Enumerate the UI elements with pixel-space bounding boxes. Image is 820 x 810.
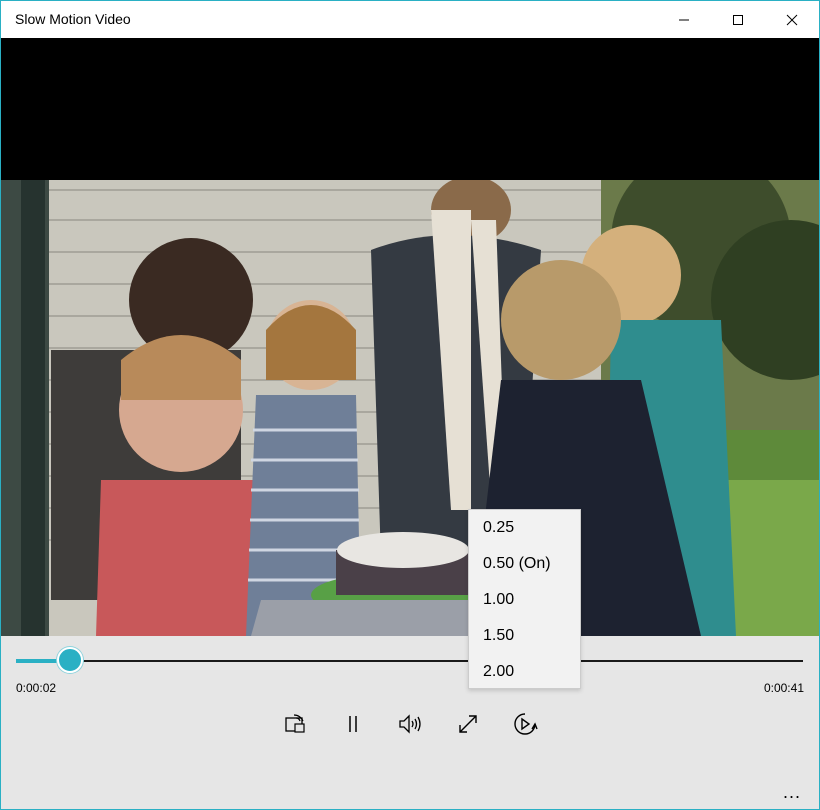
minimize-button[interactable] (657, 1, 711, 38)
video-frame[interactable] (1, 38, 819, 636)
seek-thumb[interactable] (56, 647, 83, 673)
more-options-button[interactable]: ... (783, 782, 801, 803)
video-scene-image (1, 180, 819, 636)
playback-speed-menu: 0.25 0.50 (On) 1.00 1.50 2.00 (468, 509, 581, 689)
pause-button[interactable] (335, 706, 371, 742)
speed-option-2-00[interactable]: 2.00 (469, 654, 580, 690)
close-icon (786, 14, 798, 25)
seek-track[interactable] (16, 660, 803, 662)
app-window: Slow Motion Video 0:00:02 0:00:41 ... 0.… (0, 0, 820, 810)
speed-option-1-00[interactable]: 1.00 (469, 582, 580, 618)
maximize-icon (733, 14, 743, 25)
cast-to-device-button[interactable] (277, 706, 313, 742)
pause-icon (349, 716, 357, 732)
expand-icon (459, 715, 477, 733)
speed-option-0-25[interactable]: 0.25 (469, 510, 580, 546)
volume-button[interactable] (392, 706, 428, 742)
total-duration: 0:00:41 (763, 681, 804, 695)
window-title: Slow Motion Video (15, 11, 131, 27)
title-bar[interactable]: Slow Motion Video (1, 1, 819, 38)
transport-bar: 0:00:02 0:00:41 ... (1, 636, 819, 809)
speed-option-0-50[interactable]: 0.50 (On) (469, 546, 580, 582)
playback-speed-button[interactable] (507, 706, 543, 742)
maximize-button[interactable] (711, 1, 765, 38)
speed-option-1-50[interactable]: 1.50 (469, 618, 580, 654)
close-button[interactable] (765, 1, 819, 38)
speed-icon (514, 713, 538, 735)
cast-icon (285, 714, 305, 733)
full-screen-button[interactable] (450, 706, 486, 742)
minimize-icon (679, 19, 689, 20)
current-time: 0:00:02 (16, 681, 57, 695)
playback-controls (1, 706, 819, 742)
volume-icon (399, 714, 421, 734)
